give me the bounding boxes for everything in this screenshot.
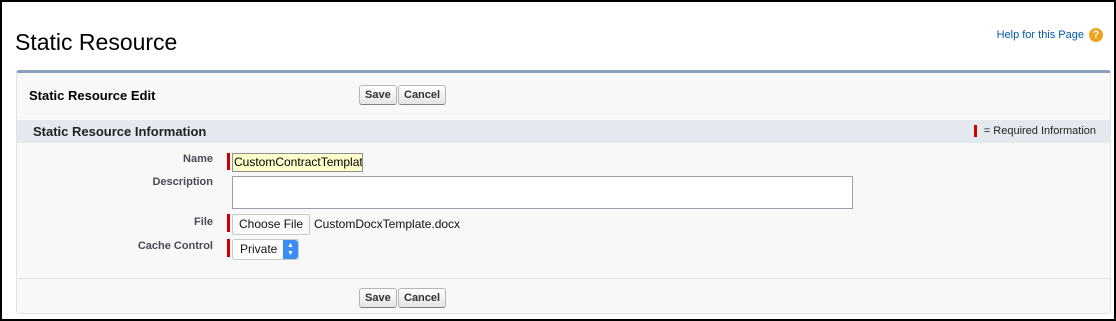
chevron-up-down-icon: ▲ ▼ <box>283 240 298 259</box>
help-link[interactable]: Help for this Page ? <box>997 28 1103 42</box>
footer-divider <box>17 278 1110 279</box>
required-marker-icon <box>973 125 977 137</box>
required-legend-text: = Required Information <box>983 125 1096 137</box>
page-title: Static Resource <box>15 29 178 55</box>
cache-control-required-marker <box>227 239 230 257</box>
file-required-marker <box>227 214 230 232</box>
choose-file-button[interactable]: Choose File <box>232 214 311 235</box>
window-frame: Static Resource Help for this Page ? Sta… <box>0 0 1116 321</box>
name-input[interactable]: CustomContractTemplat <box>232 153 363 172</box>
panel-title: Static Resource Edit <box>29 88 156 103</box>
save-button-bottom[interactable]: Save <box>359 288 397 308</box>
static-resource-edit-panel: Static Resource Edit Save Cancel Static … <box>16 70 1111 314</box>
cache-control-select[interactable]: Private ▲ ▼ <box>232 239 299 260</box>
cache-control-label: Cache Control <box>137 240 213 252</box>
section-header: Static Resource Information = Required I… <box>17 119 1110 143</box>
question-icon[interactable]: ? <box>1089 28 1103 42</box>
description-textarea[interactable] <box>232 176 853 209</box>
save-button-top[interactable]: Save <box>359 85 397 105</box>
required-legend: = Required Information <box>973 125 1096 137</box>
section-title: Static Resource Information <box>33 124 207 139</box>
help-link-label[interactable]: Help for this Page <box>997 29 1084 41</box>
selected-file-name: CustomDocxTemplate.docx <box>314 217 461 231</box>
cancel-button-bottom[interactable]: Cancel <box>398 288 447 308</box>
cancel-button-top[interactable]: Cancel <box>398 85 447 105</box>
name-required-marker <box>227 153 230 170</box>
panel-header: Static Resource Edit Save Cancel <box>17 73 1110 117</box>
description-label: Description <box>152 176 213 188</box>
cache-control-value: Private <box>240 242 278 256</box>
name-label: Name <box>183 153 213 165</box>
file-label: File <box>194 216 213 228</box>
